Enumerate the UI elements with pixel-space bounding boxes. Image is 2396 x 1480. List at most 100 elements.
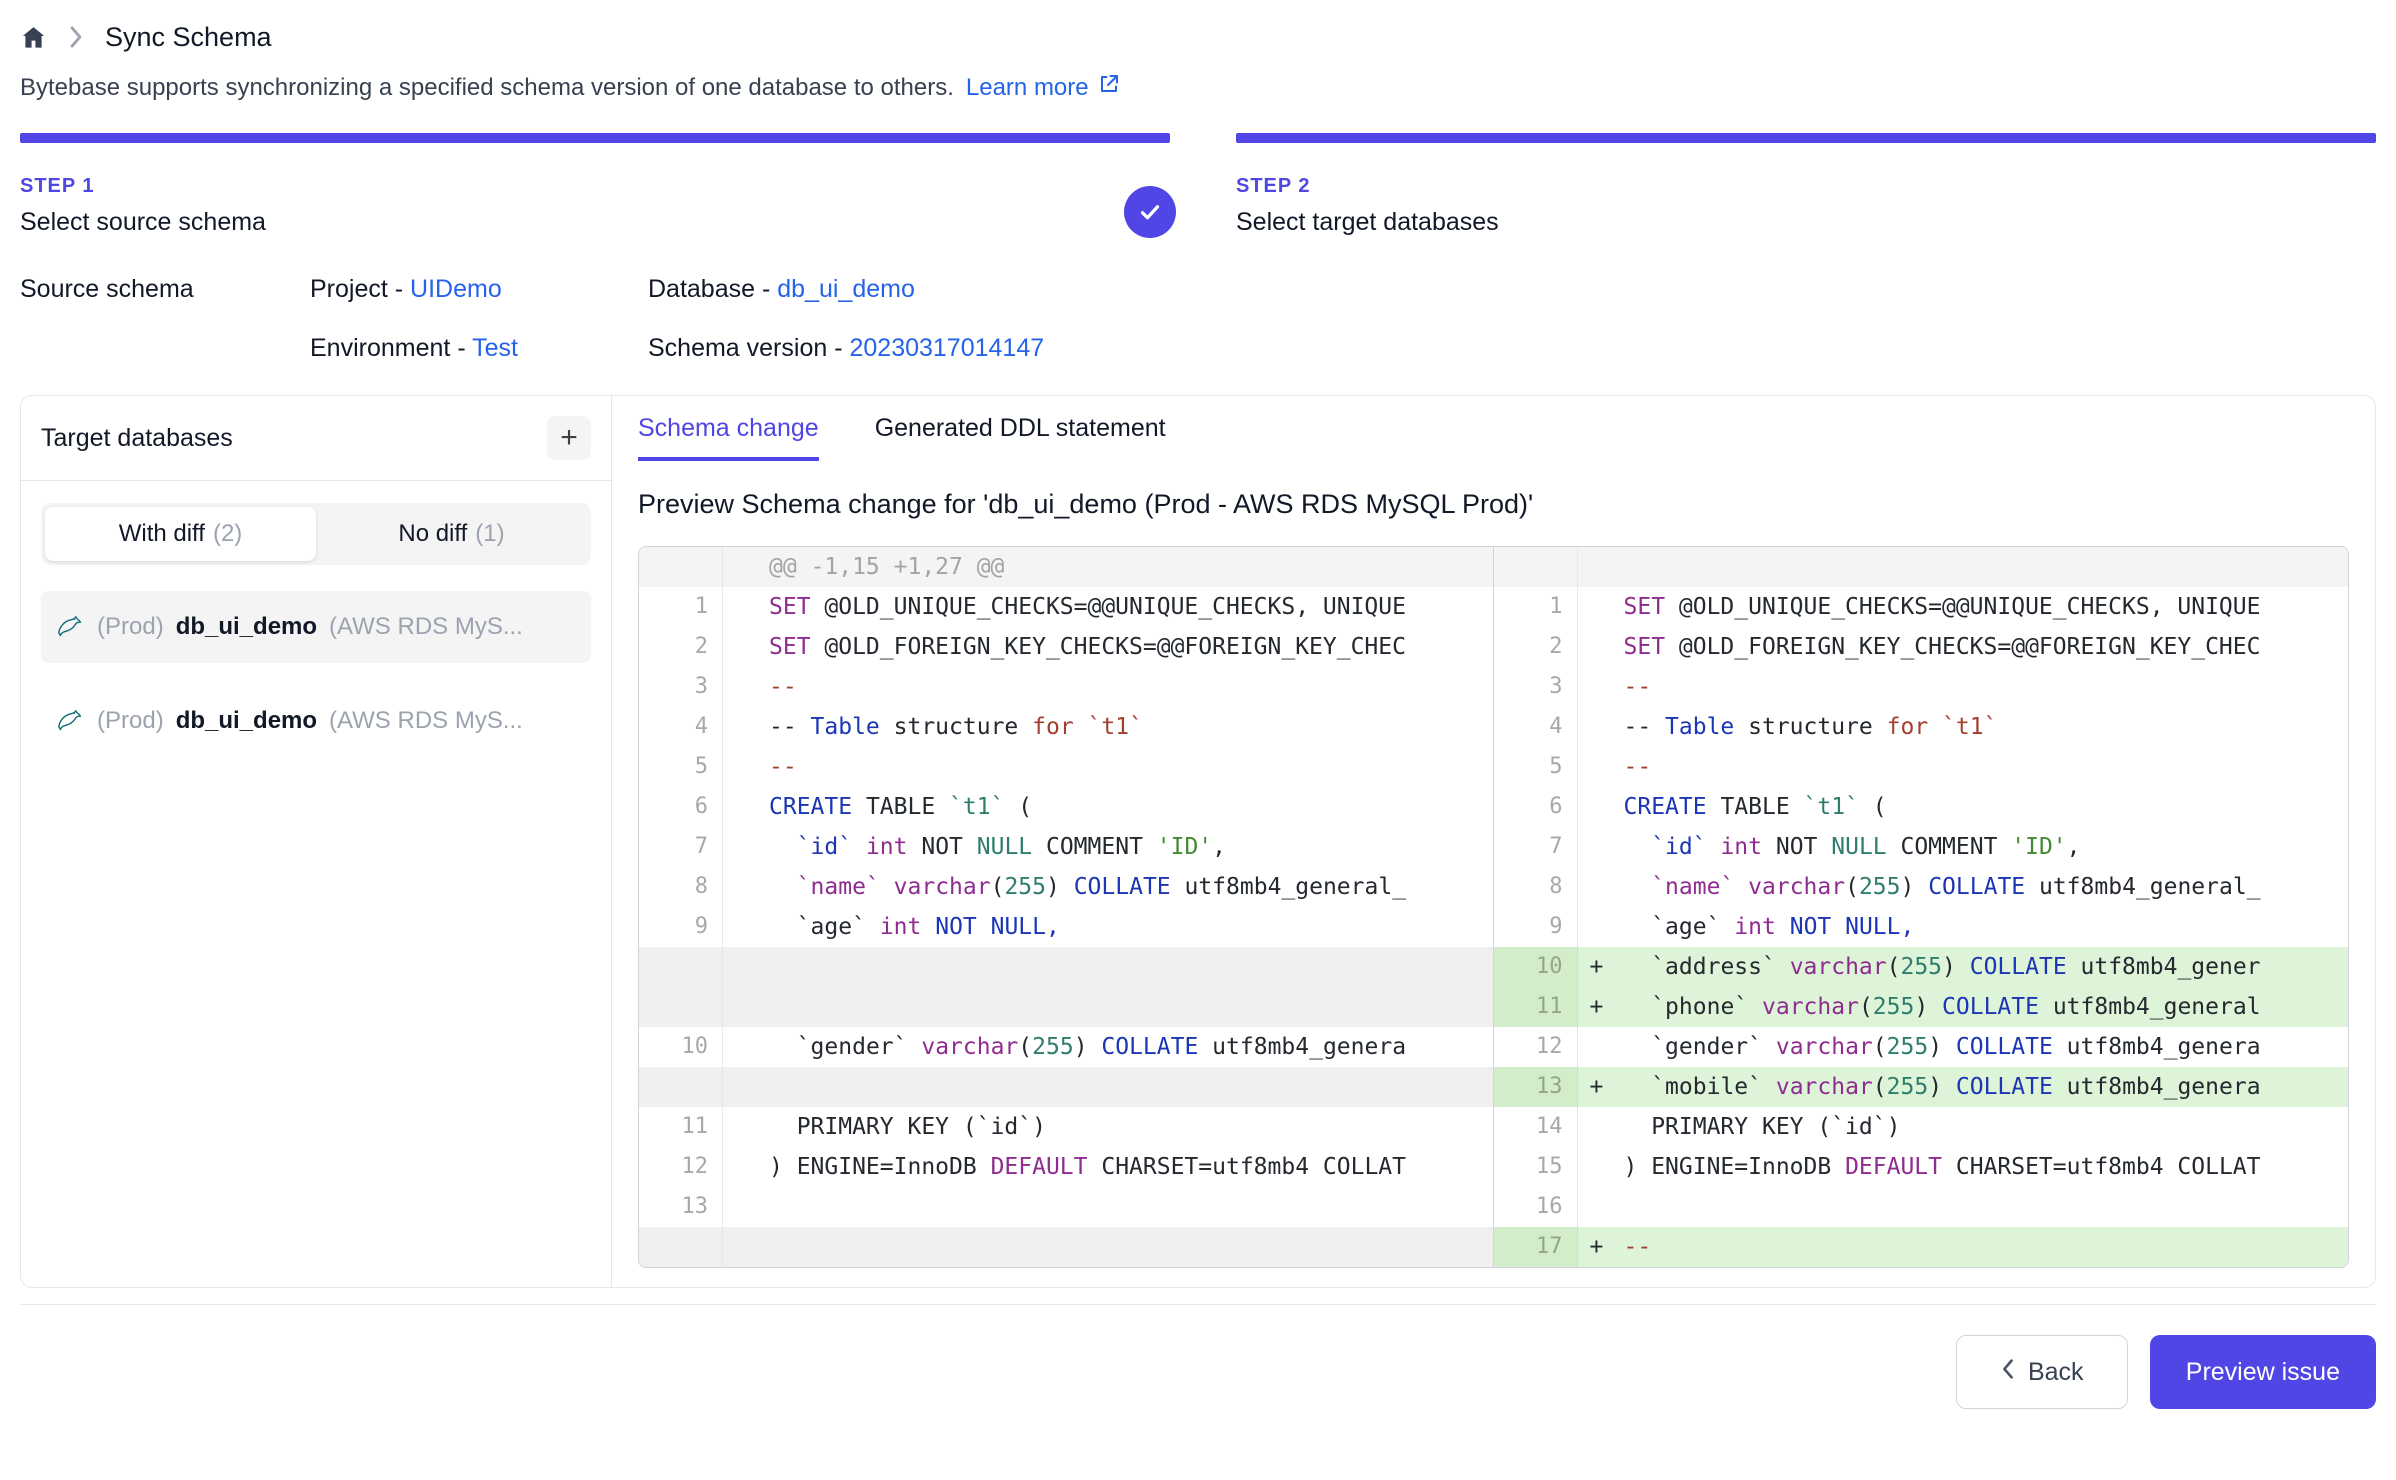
page-title: Sync Schema — [105, 22, 272, 53]
diff-row: 5-- — [1494, 747, 2349, 787]
plus-icon: + — [560, 423, 578, 453]
diff-hunk-header — [1494, 547, 2349, 587]
step-2-progress-bar — [1236, 133, 2376, 143]
target-database-item[interactable]: (Prod)db_ui_demo(AWS RDS MyS... — [41, 591, 591, 663]
learn-more-link[interactable]: Learn more — [966, 72, 1121, 103]
line-number: 15 — [1494, 1147, 1578, 1187]
target-databases-header: Target databases + — [21, 396, 611, 481]
diff-marker — [1578, 547, 1620, 587]
step-1-progress-bar — [20, 133, 1170, 143]
separator: - — [457, 334, 465, 362]
line-number: 10 — [1494, 947, 1578, 987]
add-target-database-button[interactable]: + — [547, 416, 591, 460]
diff-filter-tab-with-diff[interactable]: With diff(2) — [45, 507, 316, 561]
home-icon[interactable] — [20, 24, 47, 51]
line-number: 6 — [1494, 787, 1578, 827]
code-line: CREATE TABLE `t1` ( — [1620, 787, 2349, 827]
target-databases-panel: Target databases + With diff(2)No diff(1… — [21, 396, 612, 1287]
breadcrumb: Sync Schema — [20, 14, 2376, 60]
code-line: SET @OLD_FOREIGN_KEY_CHECKS=@@FOREIGN_KE… — [1620, 627, 2349, 667]
line-number — [639, 947, 723, 987]
line-number: 11 — [639, 1107, 723, 1147]
diff-marker — [1578, 1187, 1620, 1227]
target-database-item[interactable]: (Prod)db_ui_demo(AWS RDS MyS... — [41, 685, 591, 757]
database-label: Database — [648, 275, 755, 303]
code-line: `gender` varchar(255) COLLATE utf8mb4_ge… — [1620, 1027, 2349, 1067]
diff-marker — [1578, 1027, 1620, 1067]
db-instance: (AWS RDS MyS... — [329, 613, 523, 641]
step-1-completed-check-icon — [1124, 186, 1176, 238]
db-name: db_ui_demo — [176, 613, 317, 641]
diff-marker — [1578, 1147, 1620, 1187]
separator: - — [834, 334, 842, 362]
line-number — [639, 547, 723, 587]
diff-row: 2SET @OLD_FOREIGN_KEY_CHECKS=@@FOREIGN_K… — [1494, 627, 2349, 667]
diff-row: 1SET @OLD_UNIQUE_CHECKS=@@UNIQUE_CHECKS,… — [639, 587, 1493, 627]
back-button[interactable]: Back — [1956, 1335, 2128, 1409]
target-database-list: (Prod)db_ui_demo(AWS RDS MyS...(Prod)db_… — [41, 591, 591, 757]
code-line: -- — [1620, 1227, 2349, 1267]
schema-version-link[interactable]: 20230317014147 — [849, 334, 1044, 362]
sync-panel: Target databases + With diff(2)No diff(1… — [20, 395, 2376, 1288]
source-environment-field: Environment - Test — [310, 334, 648, 363]
code-line: `id` int NOT NULL COMMENT 'ID', — [765, 827, 1493, 867]
line-number: 9 — [639, 907, 723, 947]
tab-generated-ddl[interactable]: Generated DDL statement — [875, 414, 1166, 461]
diff-marker — [723, 907, 765, 947]
diff-marker: + — [1578, 987, 1620, 1027]
tab-schema-change[interactable]: Schema change — [638, 414, 819, 461]
code-line — [1620, 547, 2349, 587]
diff-filter-tab-no-diff[interactable]: No diff(1) — [316, 507, 587, 561]
diff-row: 12 `gender` varchar(255) COLLATE utf8mb4… — [1494, 1027, 2349, 1067]
code-line: PRIMARY KEY (`id`) — [765, 1107, 1493, 1147]
diff-row: 1SET @OLD_UNIQUE_CHECKS=@@UNIQUE_CHECKS,… — [1494, 587, 2349, 627]
diff-marker — [723, 587, 765, 627]
preview-issue-button[interactable]: Preview issue — [2150, 1335, 2376, 1409]
diff-marker — [723, 667, 765, 707]
diff-marker — [1578, 627, 1620, 667]
diff-row-filler — [639, 947, 1493, 987]
diff-marker — [1578, 707, 1620, 747]
diff-marker: + — [1578, 1067, 1620, 1107]
step-indicator: STEP 1 Select source schema STEP 2 Selec… — [20, 133, 2376, 237]
diff-row: 8 `name` varchar(255) COLLATE utf8mb4_ge… — [639, 867, 1493, 907]
diff-marker — [1578, 827, 1620, 867]
tab-count: (2) — [213, 520, 242, 548]
schema-preview-panel: Schema changeGenerated DDL statement Pre… — [612, 396, 2375, 1287]
project-link[interactable]: UIDemo — [410, 275, 502, 303]
diff-row-added: 13+ `mobile` varchar(255) COLLATE utf8mb… — [1494, 1067, 2349, 1107]
diff-marker — [1578, 667, 1620, 707]
diff-marker — [723, 827, 765, 867]
preview-issue-label: Preview issue — [2186, 1358, 2340, 1387]
code-line: -- Table structure for `t1` — [765, 707, 1493, 747]
chevron-left-icon — [2000, 1357, 2016, 1388]
mysql-dolphin-icon — [55, 706, 85, 736]
diff-marker — [723, 1107, 765, 1147]
environment-link[interactable]: Test — [472, 334, 518, 362]
diff-marker — [723, 1027, 765, 1067]
line-number: 4 — [1494, 707, 1578, 747]
line-number: 4 — [639, 707, 723, 747]
wizard-footer: Back Preview issue — [20, 1304, 2376, 1409]
diff-marker — [723, 947, 765, 987]
diff-row: 14 PRIMARY KEY (`id`) — [1494, 1107, 2349, 1147]
step-2-label: STEP 2 — [1236, 175, 2376, 198]
line-number: 1 — [1494, 587, 1578, 627]
line-number: 5 — [639, 747, 723, 787]
diff-row: 6CREATE TABLE `t1` ( — [639, 787, 1493, 827]
line-number: 12 — [1494, 1027, 1578, 1067]
line-number: 14 — [1494, 1107, 1578, 1147]
code-line: SET @OLD_FOREIGN_KEY_CHECKS=@@FOREIGN_KE… — [765, 627, 1493, 667]
schema-version-label: Schema version — [648, 334, 827, 362]
code-line — [765, 1067, 1493, 1107]
database-link[interactable]: db_ui_demo — [777, 275, 915, 303]
diff-marker — [723, 867, 765, 907]
step-1: STEP 1 Select source schema — [20, 133, 1170, 237]
code-line: CREATE TABLE `t1` ( — [765, 787, 1493, 827]
line-number: 11 — [1494, 987, 1578, 1027]
code-line: PRIMARY KEY (`id`) — [1620, 1107, 2349, 1147]
db-instance: (AWS RDS MyS... — [329, 707, 523, 735]
line-number: 9 — [1494, 907, 1578, 947]
diff-filter-segmented-control: With diff(2)No diff(1) — [41, 503, 591, 565]
code-line: `age` int NOT NULL, — [765, 907, 1493, 947]
